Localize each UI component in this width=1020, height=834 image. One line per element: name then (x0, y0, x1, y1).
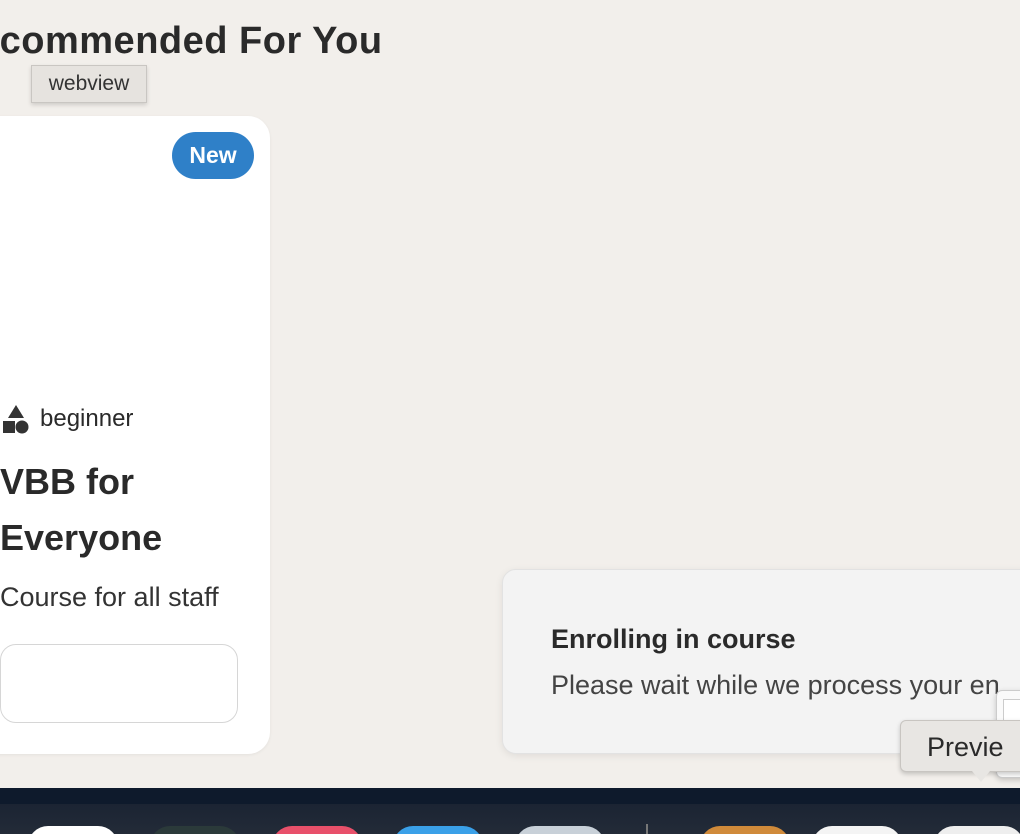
preview-app[interactable] (934, 826, 1020, 834)
section-title: ecommended For You (0, 20, 383, 62)
shapes-icon (3, 405, 29, 434)
music-app[interactable] (272, 826, 362, 834)
avatar-app[interactable] (700, 826, 790, 834)
new-badge: New (172, 132, 254, 179)
course-description: Course for all staff (0, 582, 219, 612)
dock-separator (646, 824, 648, 834)
webview-tooltip: webview (31, 65, 147, 103)
level-row: beginner (2, 404, 133, 434)
terminal-app[interactable] (150, 826, 240, 834)
app-window: ecommended For You webview New beginner … (0, 0, 1020, 834)
system-app[interactable] (515, 826, 605, 834)
mail-app[interactable] (393, 826, 483, 834)
toast-title: Enrolling in course (551, 624, 796, 654)
course-title[interactable]: VBB for Everyone (0, 454, 260, 566)
toast-message: Please wait while we process your en (551, 670, 1000, 700)
finder-app[interactable] (28, 826, 118, 834)
preview-tooltip: Previe (900, 720, 1020, 772)
level-label: beginner (40, 405, 134, 432)
preview-tooltip-arrow (972, 771, 990, 782)
textedit-app[interactable] (812, 826, 902, 834)
enroll-button[interactable] (0, 644, 238, 723)
course-card[interactable]: New beginner VBB for Everyone Course for… (0, 116, 270, 754)
dock (0, 788, 1020, 834)
